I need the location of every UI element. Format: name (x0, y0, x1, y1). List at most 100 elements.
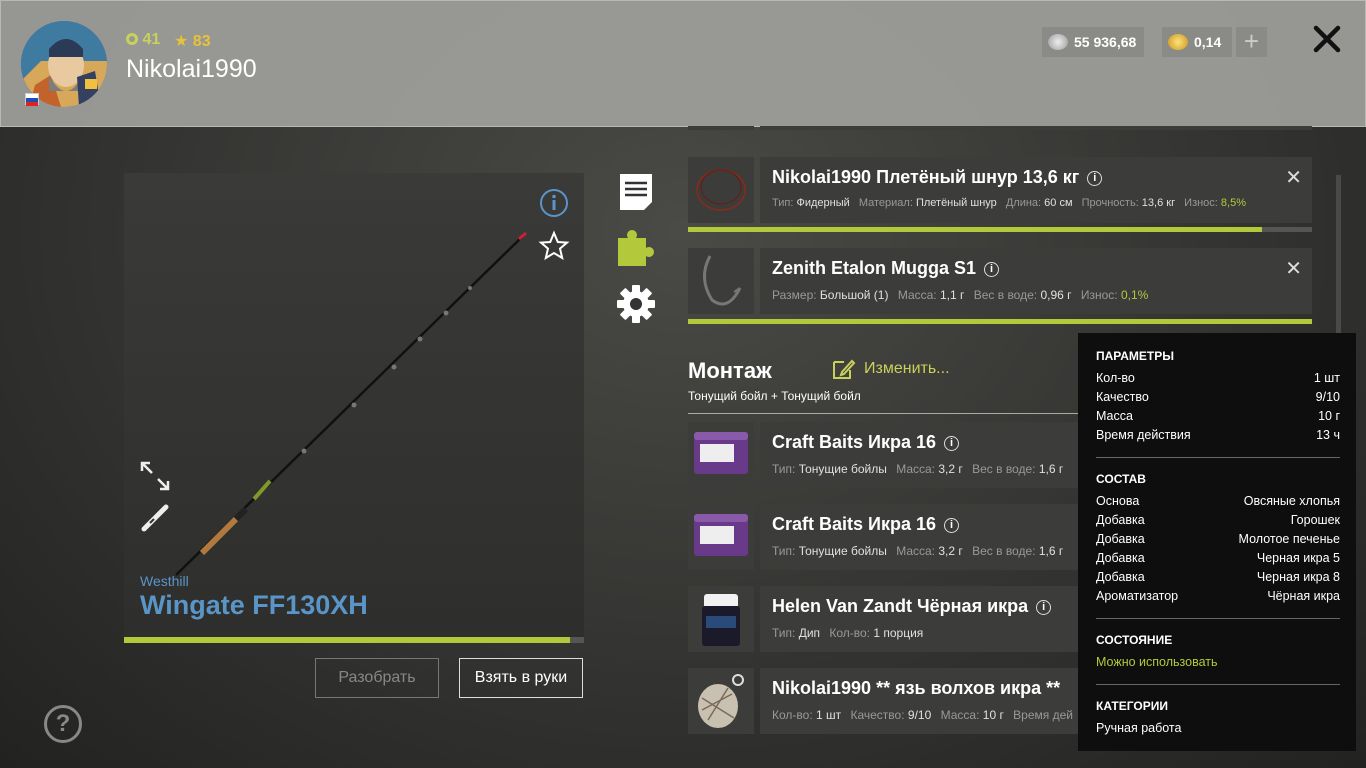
bait-bag-image (698, 674, 744, 728)
param-key: Кол-во (1096, 371, 1135, 385)
remove-hook-button[interactable]: ✕ (1285, 256, 1302, 281)
country-flag-icon (25, 93, 39, 106)
composition-value: Молотое печенье (1238, 532, 1340, 546)
tab-assembly[interactable] (616, 228, 656, 268)
hook-image (703, 255, 742, 306)
composition-value: Чёрная икра (1267, 589, 1340, 603)
info-icon[interactable]: i (1087, 171, 1103, 186)
hook-card[interactable]: Zenith Etalon Mugga S1 i Размер: Большой … (760, 248, 1312, 314)
param-row: Качество 9/10 (1096, 390, 1340, 404)
montage-subtitle: Тонущий бойл + Тонущий бойл (688, 389, 861, 403)
gold-value: 0,14 (1194, 34, 1222, 50)
close-icon: ✕ (1285, 167, 1302, 189)
param-value: 1 шт (1313, 371, 1340, 385)
prop-value: Большой (1) (819, 288, 889, 302)
close-button[interactable] (1311, 23, 1343, 55)
dip-title: Helen Van Zandt Чёрная икра i (772, 596, 1052, 617)
state-heading: СОСТОЯНИЕ (1096, 633, 1173, 647)
line-wear-fill (688, 227, 1263, 232)
bait-thumbnail[interactable] (688, 504, 754, 570)
list-item-partial (760, 126, 1312, 130)
boilie-box-image (694, 514, 748, 556)
params-heading: ПАРАМЕТРЫ (1096, 349, 1174, 363)
edit-icon (833, 359, 856, 379)
hook-thumbnail[interactable] (688, 248, 754, 314)
prop-value: 8,5% (1220, 197, 1246, 209)
rank-value: 83 (192, 33, 211, 50)
rod-info-button[interactable] (539, 188, 569, 223)
expand-button[interactable] (140, 461, 170, 496)
prop-value: Тонущие бойлы (798, 462, 887, 476)
bait-title-text: Craft Baits Икра 16 (772, 432, 936, 452)
bait-thumbnail[interactable] (688, 422, 754, 488)
bait-bag-title: Nikolai1990 ** язь волхов икра ** (772, 678, 1061, 698)
composition-value: Черная икра 5 (1256, 551, 1340, 565)
param-key: Масса (1096, 409, 1133, 423)
gear-icon (617, 285, 655, 323)
bait-title-text: Craft Baits Икра 16 (772, 514, 936, 534)
prop-key: Износ: (1080, 288, 1118, 302)
dip-props: Тип: Дип Кол-во: 1 порция (772, 626, 929, 640)
edit-montage-button[interactable]: Изменить... (832, 358, 950, 380)
profile-header: 41 ★ 83 Nikolai1990 55 936,68 0,14 + (0, 0, 1366, 127)
info-icon[interactable]: i (944, 518, 959, 533)
rank-stat: ★ 83 (174, 31, 211, 51)
tab-settings[interactable] (616, 284, 656, 324)
param-value: 10 г (1318, 409, 1340, 423)
prop-value: Тонущие бойлы (798, 544, 887, 558)
star-icon: ★ (174, 33, 189, 50)
star-icon (538, 230, 570, 261)
prop-key: Вес в воде: (972, 462, 1036, 476)
prop-value: 13,6 кг (1141, 197, 1176, 209)
categories-heading: КАТЕГОРИИ (1096, 699, 1168, 713)
dip-title-text: Helen Van Zandt Чёрная икра (772, 596, 1029, 616)
expand-icon (140, 461, 170, 491)
bait-title: Craft Baits Икра 16 i (772, 514, 959, 535)
remove-line-button[interactable]: ✕ (1285, 165, 1302, 190)
help-button[interactable]: ? (44, 705, 82, 743)
rod-icon (141, 504, 169, 532)
prop-value: Плетёный шнур (915, 197, 997, 209)
add-gold-button[interactable]: + (1236, 27, 1267, 57)
prop-value: 9/10 (907, 708, 932, 722)
level-value: 41 (142, 31, 161, 48)
prop-key: Время дей (1013, 708, 1073, 722)
state-value: Можно использовать (1096, 655, 1218, 669)
tab-description[interactable] (616, 172, 656, 212)
composition-key: Добавка (1096, 570, 1145, 584)
line-thumbnail[interactable] (688, 157, 754, 223)
prop-key: Тип: (772, 544, 796, 558)
composition-value: Горошек (1290, 513, 1340, 527)
prop-key: Кол-во: (829, 626, 871, 640)
help-icon: ? (55, 710, 71, 737)
bait-bag-props: Кол-во: 1 шт Качество: 9/10 Масса: 10 г … (772, 708, 1073, 722)
prop-key: Вес в воде: (973, 288, 1038, 302)
param-value: 9/10 (1315, 390, 1340, 404)
hook-props: Размер: Большой (1) Масса: 1,1 г Вес в в… (772, 288, 1154, 302)
line-card[interactable]: Nikolai1990 Плетёный шнур 13,6 кг i Тип: … (760, 157, 1312, 223)
bait-bag-thumbnail[interactable] (688, 668, 754, 734)
prop-key: Материал: (858, 197, 913, 209)
categories-value: Ручная работа (1096, 721, 1182, 735)
silver-balance: 55 936,68 (1042, 27, 1145, 57)
favorite-button[interactable] (538, 230, 570, 267)
rod-condition-bar (124, 637, 584, 643)
divider (1096, 684, 1340, 685)
param-key: Качество (1096, 390, 1149, 404)
silver-coin-icon (1048, 34, 1068, 50)
dip-thumbnail[interactable] (688, 586, 754, 652)
info-icon[interactable]: i (984, 262, 1000, 277)
disassemble-button[interactable]: Разобрать (315, 658, 439, 698)
gold-coin-icon (1168, 34, 1188, 50)
param-row: Масса 10 г (1096, 409, 1340, 423)
prop-key: Тип: (772, 197, 794, 209)
info-icon[interactable]: i (1036, 600, 1052, 615)
composition-value: Черная икра 8 (1256, 570, 1340, 584)
take-in-hands-button[interactable]: Взять в руки (459, 658, 583, 698)
prop-key: Износ: (1184, 197, 1218, 209)
bait-title: Craft Baits Икра 16 i (772, 432, 959, 453)
prop-value: 10 г (982, 708, 1004, 722)
info-icon[interactable]: i (944, 436, 959, 451)
rod-view-button[interactable] (140, 503, 170, 538)
prop-key: Размер: (772, 288, 817, 302)
